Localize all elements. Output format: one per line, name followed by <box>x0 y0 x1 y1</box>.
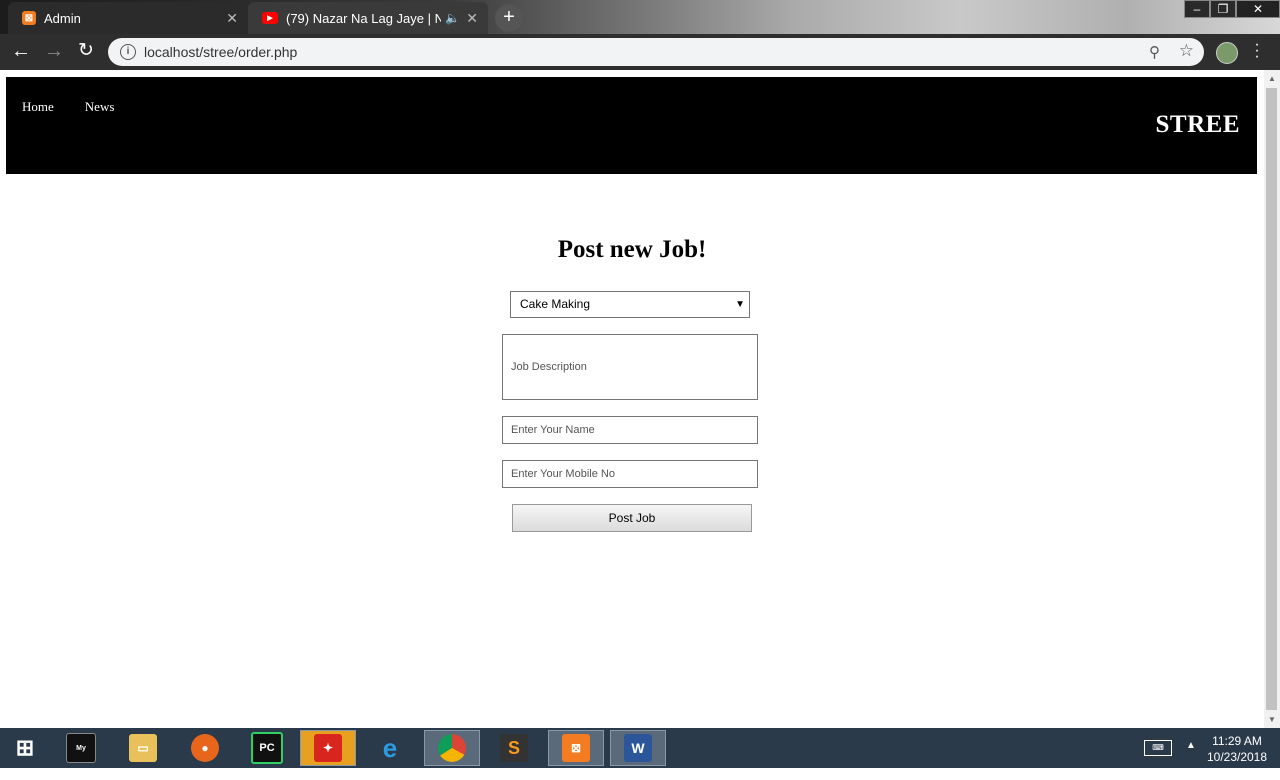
taskbar-word[interactable]: W <box>610 730 666 766</box>
new-tab-button[interactable]: + <box>495 4 523 32</box>
windows-taskbar: ⊞ My ▭ ● PC ✦ e S ⊠ W ⌨ ▲ 11:29 AM 10/23… <box>0 728 1280 768</box>
taskbar-ie[interactable]: e <box>362 730 418 766</box>
internet-explorer-icon: e <box>382 732 398 763</box>
pycharm-icon: PC <box>251 732 283 764</box>
maximize-button[interactable]: ❐ <box>1210 0 1236 18</box>
url-text: localhost/stree/order.php <box>144 44 298 60</box>
mobile-placeholder: Enter Your Mobile No <box>511 468 615 480</box>
xampp-icon: ⊠ <box>22 11 36 25</box>
tab-admin[interactable]: ⊠ Admin ✕ <box>8 2 248 34</box>
taskbar-sublime[interactable]: S <box>486 730 542 766</box>
taskbar-scratch[interactable]: ✦ <box>300 730 356 766</box>
browser-tabstrip: ⊠ Admin ✕ ▶ (79) Nazar Na Lag Jaye | Naz… <box>0 0 1280 34</box>
clock-time: 11:29 AM <box>1212 734 1262 748</box>
close-tab-icon[interactable]: ✕ <box>466 10 478 27</box>
browser-toolbar: ← → ↻ i localhost/stree/order.php ⚲ ☆ <box>0 34 1280 70</box>
site-nav: Home News <box>22 99 114 115</box>
address-bar[interactable]: i localhost/stree/order.php ⚲ ☆ <box>108 38 1204 66</box>
close-window-button[interactable]: ✕ <box>1236 0 1280 18</box>
scroll-down-icon[interactable]: ▼ <box>1268 715 1276 724</box>
taskbar-pycharm[interactable]: PC <box>239 730 295 766</box>
job-description-field[interactable]: Job Description <box>502 334 758 400</box>
chrome-icon <box>438 734 466 762</box>
zoom-icon[interactable]: ⚲ <box>1149 43 1160 61</box>
dropdown-arrow-icon: ▼ <box>735 299 745 310</box>
tab-title: Admin <box>44 10 81 26</box>
taskbar-explorer[interactable]: ▭ <box>115 730 171 766</box>
taskbar-chrome[interactable] <box>424 730 480 766</box>
taskbar-xampp[interactable]: ⊠ <box>548 730 604 766</box>
job-category-select[interactable]: Cake Making ▼ <box>510 291 750 318</box>
profile-avatar[interactable] <box>1216 42 1238 64</box>
xampp-icon: ⊠ <box>562 734 590 762</box>
taskbar-firefox[interactable]: ● <box>177 730 233 766</box>
start-button[interactable]: ⊞ <box>0 730 50 766</box>
page-title: Post new Job! <box>557 236 707 263</box>
page-scrollbar[interactable]: ▲ ▼ <box>1264 70 1280 728</box>
forward-button[interactable]: → <box>42 40 66 64</box>
firefox-icon: ● <box>191 734 219 762</box>
windows-logo-icon: ⊞ <box>15 735 35 760</box>
browser-menu-icon[interactable]: · · · <box>1250 37 1264 65</box>
word-icon: W <box>624 734 652 762</box>
touch-keyboard-icon[interactable]: ⌨ <box>1144 740 1172 756</box>
reload-button[interactable]: ↻ <box>74 40 98 64</box>
folder-icon: ▭ <box>129 734 157 762</box>
nav-home-link[interactable]: Home <box>22 99 54 115</box>
tab-youtube[interactable]: ▶ (79) Nazar Na Lag Jaye | Naz 🔈 ✕ <box>248 2 488 34</box>
site-brand: STREE <box>1155 111 1240 138</box>
minimize-button[interactable]: – <box>1184 0 1210 18</box>
scroll-up-icon[interactable]: ▲ <box>1268 74 1276 83</box>
system-clock[interactable]: 11:29 AM 10/23/2018 <box>1200 733 1274 773</box>
clock-date: 10/23/2018 <box>1206 750 1268 764</box>
show-hidden-icons-icon[interactable]: ▲ <box>1186 740 1196 780</box>
mobile-field[interactable]: Enter Your Mobile No <box>502 460 758 488</box>
speaker-icon[interactable]: 🔈 <box>445 11 460 25</box>
scratch-icon: ✦ <box>314 734 342 762</box>
nav-news-link[interactable]: News <box>85 99 115 115</box>
youtube-icon: ▶ <box>262 12 278 24</box>
selected-category: Cake Making <box>520 297 591 311</box>
post-job-button[interactable]: Post Job <box>512 504 752 532</box>
sublime-text-icon: S <box>500 734 528 762</box>
back-button[interactable]: ← <box>9 40 33 64</box>
mysql-console-icon: My <box>66 733 96 763</box>
name-field[interactable]: Enter Your Name <box>502 416 758 444</box>
site-header: Home News STREE <box>6 77 1257 174</box>
taskbar-mysql[interactable]: My <box>53 730 109 766</box>
bookmark-star-icon[interactable]: ☆ <box>1179 41 1194 61</box>
scrollbar-thumb[interactable] <box>1266 88 1277 710</box>
name-placeholder: Enter Your Name <box>511 424 595 436</box>
page-viewport: Home News STREE Post new Job! Cake Makin… <box>0 70 1264 728</box>
info-icon[interactable]: i <box>120 44 136 60</box>
description-placeholder: Job Description <box>511 361 587 373</box>
close-tab-icon[interactable]: ✕ <box>226 10 238 27</box>
tab-title: (79) Nazar Na Lag Jaye | Naz <box>286 10 442 26</box>
